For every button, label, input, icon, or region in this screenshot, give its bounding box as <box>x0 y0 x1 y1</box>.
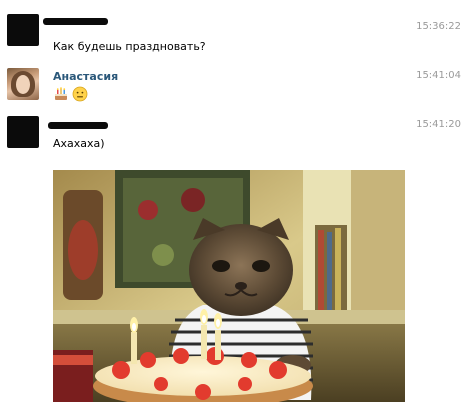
message-text: Ахахаха) <box>53 137 105 150</box>
author-name-redacted[interactable] <box>43 18 108 25</box>
neutral-face-icon <box>72 86 88 102</box>
avatar-face <box>16 75 30 94</box>
message-timestamp: 15:36:22 <box>416 21 461 32</box>
avatar-redacted[interactable] <box>7 14 39 46</box>
cake-icon <box>55 87 67 100</box>
avatar-redacted[interactable] <box>7 116 39 148</box>
message-timestamp: 15:41:20 <box>416 119 461 130</box>
avatar-anastasia[interactable] <box>7 68 39 100</box>
cat-birthday-photo <box>53 170 405 402</box>
message-text: Как будешь праздновать? <box>53 40 206 53</box>
author-name-link[interactable]: Анастасия <box>53 70 118 83</box>
message-timestamp: 15:41:04 <box>416 70 461 81</box>
photo-attachment[interactable] <box>53 170 405 402</box>
author-name-redacted[interactable] <box>48 122 108 129</box>
emoji-row <box>53 86 93 104</box>
